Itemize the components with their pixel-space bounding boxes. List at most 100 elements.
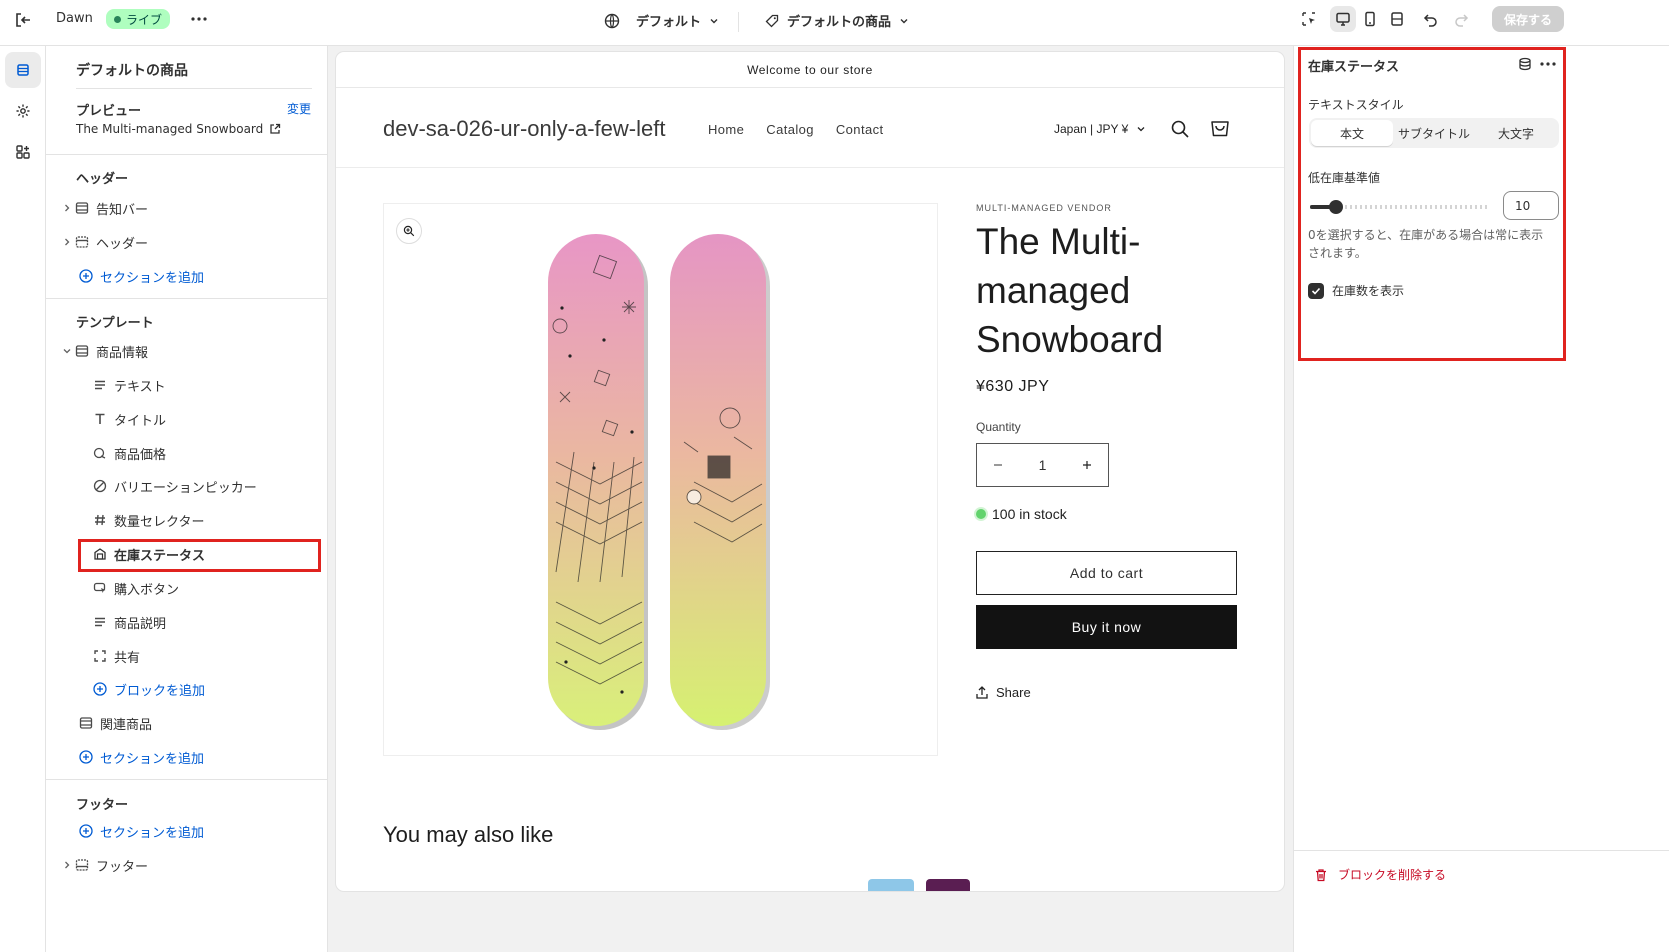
product-title: The Multi- managed Snowboard [976, 217, 1266, 364]
product-vendor: MULTI-MANAGED VENDOR [976, 203, 1112, 213]
sidebar-item-label: 関連商品 [100, 717, 153, 733]
related-thumbnail[interactable] [926, 879, 970, 891]
text-style-option-body[interactable]: 本文 [1311, 120, 1393, 146]
plus-icon[interactable] [1082, 460, 1092, 470]
sidebar-item-footer[interactable]: フッター [46, 849, 328, 881]
sidebar-item-label: フッター [96, 859, 149, 875]
apps-icon[interactable] [5, 134, 41, 170]
block-item-text[interactable]: テキスト [46, 369, 328, 401]
quantity-value[interactable]: 1 [1039, 457, 1047, 473]
threshold-slider[interactable] [1310, 198, 1488, 216]
text-style-option-uppercase[interactable]: 大文字 [1475, 120, 1557, 146]
block-item-description[interactable]: 商品説明 [46, 606, 328, 638]
sidebar-item-header[interactable]: ヘッダー [46, 226, 328, 258]
desktop-view-icon[interactable] [1330, 6, 1356, 32]
full-width-view-icon[interactable] [1384, 6, 1410, 32]
block-label: 商品価格 [114, 447, 167, 463]
threshold-help-text: 0を選択すると、在庫がある場合は常に表示 されます。 [1308, 226, 1558, 262]
chevron-down-icon [60, 347, 74, 355]
panel-title: デフォルトの商品 [76, 63, 188, 79]
nav-catalog-link[interactable]: Catalog [766, 122, 814, 137]
plus-circle-icon [92, 681, 108, 697]
more-actions-icon[interactable] [186, 6, 212, 32]
divider [738, 12, 739, 32]
locale-select[interactable]: Japan | JPY ¥ [1054, 122, 1146, 136]
show-count-checkbox-row[interactable]: 在庫数を表示 [1308, 282, 1404, 299]
block-label: 商品説明 [114, 616, 167, 632]
globe-icon [604, 13, 620, 29]
block-item-inventory-status[interactable]: 在庫ステータス [46, 538, 328, 570]
save-button[interactable]: 保存する [1492, 6, 1565, 32]
tag-icon [765, 14, 779, 28]
quantity-stepper: 1 [976, 443, 1109, 487]
text-style-segmented: 本文 サブタイトル 大文字 [1309, 118, 1559, 148]
description-icon [92, 614, 108, 630]
chevron-right-icon [60, 861, 74, 869]
exit-icon[interactable] [13, 10, 33, 30]
product-title-line: The Multi- [976, 221, 1141, 262]
buy-now-button[interactable]: Buy it now [976, 605, 1237, 649]
threshold-label: 低在庫基準値 [1308, 171, 1381, 185]
mobile-view-icon[interactable] [1357, 6, 1383, 32]
block-item-variant-picker[interactable]: バリエーションピッカー [46, 470, 328, 502]
divider [336, 167, 1284, 168]
plus-circle-icon [78, 749, 94, 765]
add-block-label: ブロックを追加 [114, 683, 206, 699]
sidebar-item-related-products[interactable]: 関連商品 [46, 707, 328, 739]
block-item-quantity-selector[interactable]: 数量セレクター [46, 504, 328, 536]
add-section-button[interactable]: セクションを追加 [46, 260, 328, 292]
stock-text: 100 in stock [992, 506, 1067, 522]
settings-gear-icon[interactable] [5, 93, 41, 129]
zoom-icon[interactable] [396, 218, 422, 244]
sidebar-item-announcement-bar[interactable]: 告知バー [46, 192, 328, 224]
add-block-button[interactable]: ブロックを追加 [46, 673, 328, 705]
external-link-icon [269, 123, 281, 135]
help-line: 0を選択すると、在庫がある場合は常に表示 [1308, 228, 1544, 242]
undo-icon[interactable] [1418, 6, 1444, 32]
plus-circle-icon [78, 268, 94, 284]
more-actions-icon[interactable] [1540, 62, 1556, 66]
share-button[interactable]: Share [976, 685, 1031, 700]
sections-icon[interactable] [5, 52, 41, 88]
block-label: テキスト [114, 379, 166, 395]
in-stock-dot-icon [976, 509, 986, 519]
add-section-button[interactable]: セクションを追加 [46, 815, 328, 847]
slider-thumb[interactable] [1329, 200, 1343, 214]
divider [1293, 850, 1669, 851]
block-item-share[interactable]: 共有 [46, 640, 328, 672]
nav-contact-link[interactable]: Contact [836, 122, 884, 137]
page-select[interactable]: デフォルトの商品 [765, 11, 909, 30]
add-to-cart-button[interactable]: Add to cart [976, 551, 1237, 595]
live-badge: ライブ [106, 9, 171, 29]
checkbox-checked-icon[interactable] [1308, 282, 1324, 299]
search-icon[interactable] [1170, 119, 1190, 139]
delete-block-button[interactable]: ブロックを削除する [1314, 866, 1446, 883]
chevron-down-icon [709, 16, 719, 26]
preview-change-link[interactable]: 変更 [287, 100, 311, 117]
block-item-price[interactable]: 商品価格 [46, 437, 328, 469]
database-icon[interactable] [1518, 57, 1532, 71]
related-thumbnail[interactable] [868, 879, 914, 891]
text-style-option-subtitle[interactable]: サブタイトル [1393, 120, 1475, 146]
cart-icon[interactable] [1210, 118, 1230, 138]
sidebar-item-product-info[interactable]: 商品情報 [46, 335, 328, 367]
add-section-label: セクションを追加 [100, 825, 205, 841]
add-section-label: セクションを追加 [100, 270, 205, 286]
store-name[interactable]: dev-sa-026-ur-only-a-few-left [383, 116, 665, 142]
threshold-number-input[interactable]: 10 [1503, 191, 1559, 220]
product-media[interactable] [383, 203, 938, 756]
template-select[interactable]: デフォルト [604, 11, 719, 30]
nav-home-link[interactable]: Home [708, 122, 744, 137]
minus-icon[interactable] [993, 460, 1003, 470]
block-label: バリエーションピッカー [114, 480, 257, 496]
related-heading: You may also like [383, 822, 554, 847]
block-item-buy-button[interactable]: 購入ボタン [46, 572, 328, 604]
block-label: 在庫ステータス [114, 548, 206, 564]
locale-label: Japan | JPY ¥ [1054, 122, 1129, 136]
preview-product[interactable]: The Multi-managed Snowboard [76, 122, 281, 136]
block-item-title[interactable]: タイトル [46, 403, 328, 435]
inspector-select-icon[interactable] [1296, 6, 1322, 32]
add-section-button[interactable]: セクションを追加 [46, 741, 328, 773]
text-lines-icon [92, 377, 108, 393]
footer-layout-icon [74, 857, 90, 873]
